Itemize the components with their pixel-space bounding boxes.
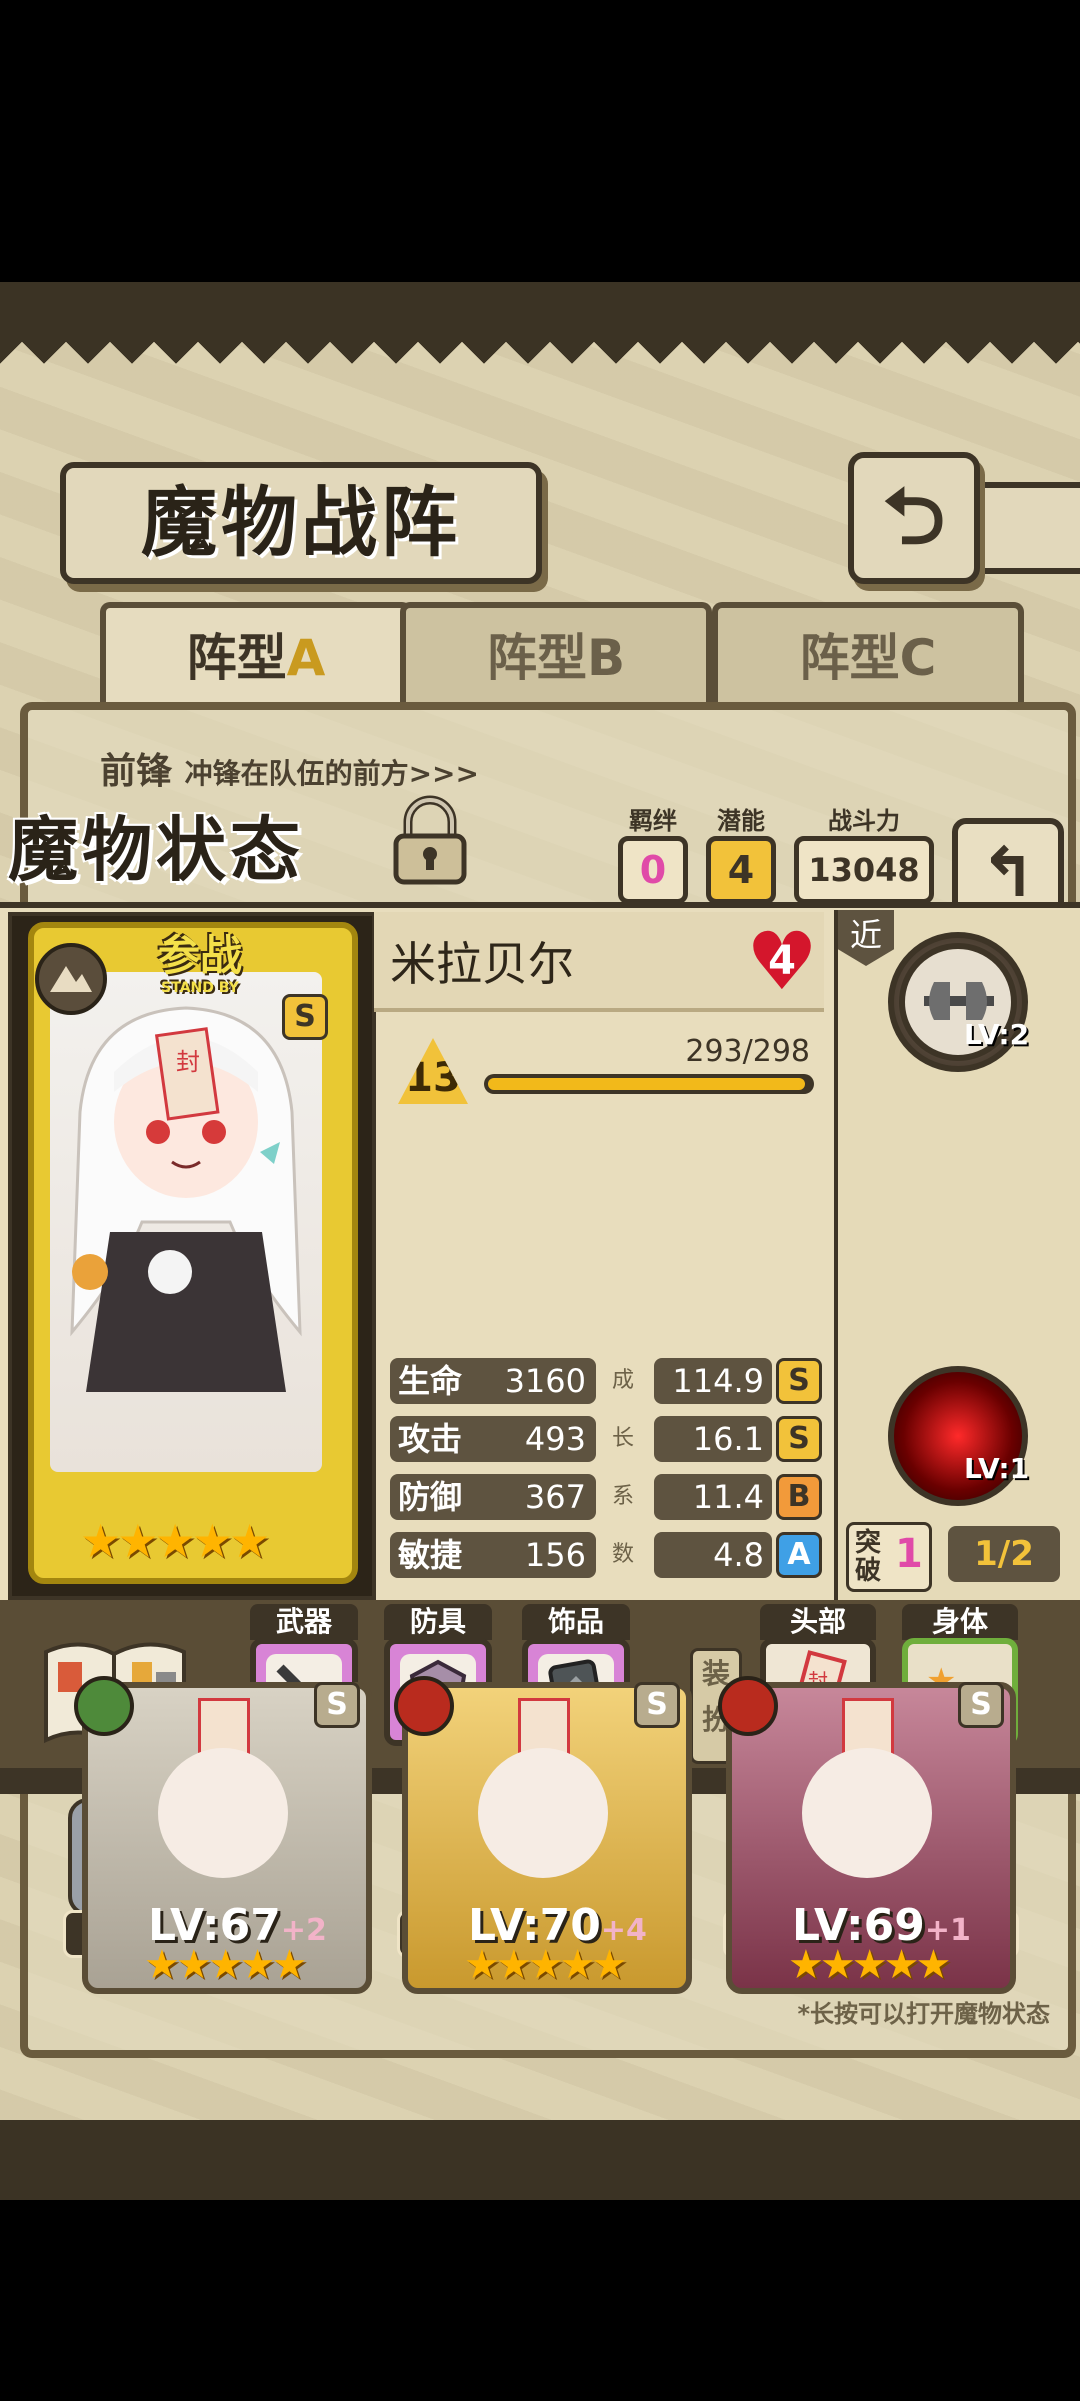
back-button[interactable]: ⮌	[848, 452, 980, 584]
character-portrait: 封	[70, 1006, 302, 1392]
growth-grade: B	[776, 1474, 822, 1520]
slot-label: 头部	[760, 1604, 876, 1640]
lock-icon[interactable]	[388, 794, 472, 886]
growth-grade: S	[776, 1358, 822, 1404]
growth-side-label: 成	[612, 1368, 635, 1393]
break-label-2: 破	[855, 1556, 882, 1586]
status-title: 魔物状态	[8, 809, 304, 891]
growth-value: 11.4	[654, 1474, 772, 1520]
monster-name: 米拉贝尔	[390, 937, 574, 991]
roster-stars: ★★★★★	[144, 1942, 307, 1988]
growth-value: 4.8	[654, 1532, 772, 1578]
growth-value: 114.9	[654, 1358, 772, 1404]
earth-element-icon	[35, 943, 107, 1015]
game-area: 魔物战阵 ⮌ 阵型A 阵型B 阵型C 前锋 冲锋在队伍的前方>>> 魔物状态 羁…	[0, 282, 1080, 2200]
slot-label: 饰品	[522, 1604, 630, 1640]
element-icon	[718, 1676, 778, 1736]
stat-label: 防御	[398, 1478, 463, 1516]
tab-label: 阵型	[486, 629, 587, 687]
rarity-badge: S	[282, 994, 328, 1040]
tab-suffix: A	[286, 629, 326, 687]
skill-level: LV:2	[964, 1018, 1030, 1051]
roster-stars: ★★★★★	[788, 1942, 951, 1988]
tab-suffix: B	[586, 629, 626, 687]
limit-break-label: 突 破 1	[846, 1522, 932, 1592]
growth-side-label: 长	[612, 1426, 635, 1451]
character-face	[158, 1748, 288, 1878]
hint-text: *长按可以打开魔物状态	[797, 2000, 1050, 2028]
title-plate: 魔物战阵	[60, 462, 542, 584]
roster-card[interactable]: S LV:67+2 ★★★★★	[74, 1676, 372, 1994]
tab-formation-c[interactable]: 阵型C	[712, 602, 1024, 708]
stat-row-3: 敏捷 156 数 4.8 A	[390, 1532, 822, 1578]
stat-value: 493	[524, 1420, 586, 1458]
roster-card[interactable]: S LV:70+4 ★★★★★	[394, 1676, 692, 1994]
affection-value: 4	[768, 938, 796, 984]
bond-label: 羁绊	[629, 807, 677, 835]
slot-label: 防具	[384, 1604, 492, 1640]
stat-value: 367	[524, 1478, 586, 1516]
roster-card[interactable]: S LV:69+1 ★★★★★	[718, 1676, 1016, 1994]
stat-row-0: 生命 3160 成 114.9 S	[390, 1358, 822, 1404]
front-row-desc: 冲锋在队伍的前方>>>	[184, 757, 479, 790]
stat-value: 3160	[504, 1362, 586, 1400]
slot-label: 身体	[902, 1604, 1018, 1640]
stat-row-1: 攻击 493 长 16.1 S	[390, 1416, 822, 1462]
tab-formation-a[interactable]: 阵型A	[100, 602, 412, 708]
stat-label: 敏捷	[398, 1536, 463, 1574]
skill-level: LV:1	[964, 1452, 1030, 1485]
character-face	[802, 1748, 932, 1878]
break-label-1: 突	[855, 1528, 882, 1558]
growth-value: 16.1	[654, 1416, 772, 1462]
growth-grade: A	[776, 1532, 822, 1578]
svg-text:封: 封	[176, 1048, 200, 1076]
rarity-badge: S	[634, 1682, 680, 1728]
tab-label: 阵型	[799, 629, 900, 687]
stat-row-2: 防御 367 系 11.4 B	[390, 1474, 822, 1520]
star-rating: ★★★★★	[80, 1514, 270, 1568]
top-border	[0, 282, 1080, 364]
potential-label: 潜能	[717, 807, 765, 835]
element-icon	[74, 1676, 134, 1736]
break-value: 1	[895, 1531, 923, 1577]
bond-value: 0	[618, 836, 688, 904]
rarity-badge: S	[314, 1682, 360, 1728]
slot-label: 武器	[250, 1604, 358, 1640]
portrait-image: 封	[50, 972, 322, 1472]
standby-en: STAND BY	[161, 980, 239, 996]
power-badge: 战斗力 13048	[794, 806, 934, 904]
power-value: 13048	[794, 836, 934, 904]
character-face	[478, 1748, 608, 1878]
growth-grade: S	[776, 1416, 822, 1462]
bond-badge: 羁绊 0	[618, 806, 688, 904]
bottom-border	[0, 2098, 1080, 2200]
front-row-label: 前锋	[100, 751, 173, 792]
break-progress: 1/2	[948, 1526, 1060, 1582]
exp-text: 293/298	[685, 1034, 810, 1069]
back-arrow-icon: ⮌	[882, 472, 946, 562]
standby-label: 参战 STAND BY	[120, 922, 280, 995]
tab-formation-b[interactable]: 阵型B	[400, 602, 712, 708]
skill-slot-1[interactable]: LV:2	[888, 932, 1030, 1072]
stat-label: 攻击	[398, 1420, 463, 1458]
tab-suffix: C	[899, 629, 937, 687]
potential-badge: 潜能 4	[706, 806, 776, 904]
page-title: 魔物战阵	[141, 478, 461, 567]
tab-label: 阵型	[186, 629, 287, 687]
roster-stars: ★★★★★	[464, 1942, 627, 1988]
stat-value: 156	[524, 1536, 586, 1574]
back-button-tail	[976, 482, 1080, 574]
rarity-badge: S	[958, 1682, 1004, 1728]
power-label: 战斗力	[828, 807, 900, 835]
stat-label: 生命	[398, 1362, 463, 1400]
growth-side-label: 数	[612, 1542, 635, 1567]
exp-bar-fill	[488, 1078, 805, 1090]
standby-text: 参战	[157, 931, 242, 980]
growth-side-label: 系	[612, 1484, 635, 1509]
element-icon	[394, 1676, 454, 1736]
potential-value: 4	[706, 836, 776, 904]
skill-slot-2[interactable]: LV:1	[888, 1366, 1030, 1506]
